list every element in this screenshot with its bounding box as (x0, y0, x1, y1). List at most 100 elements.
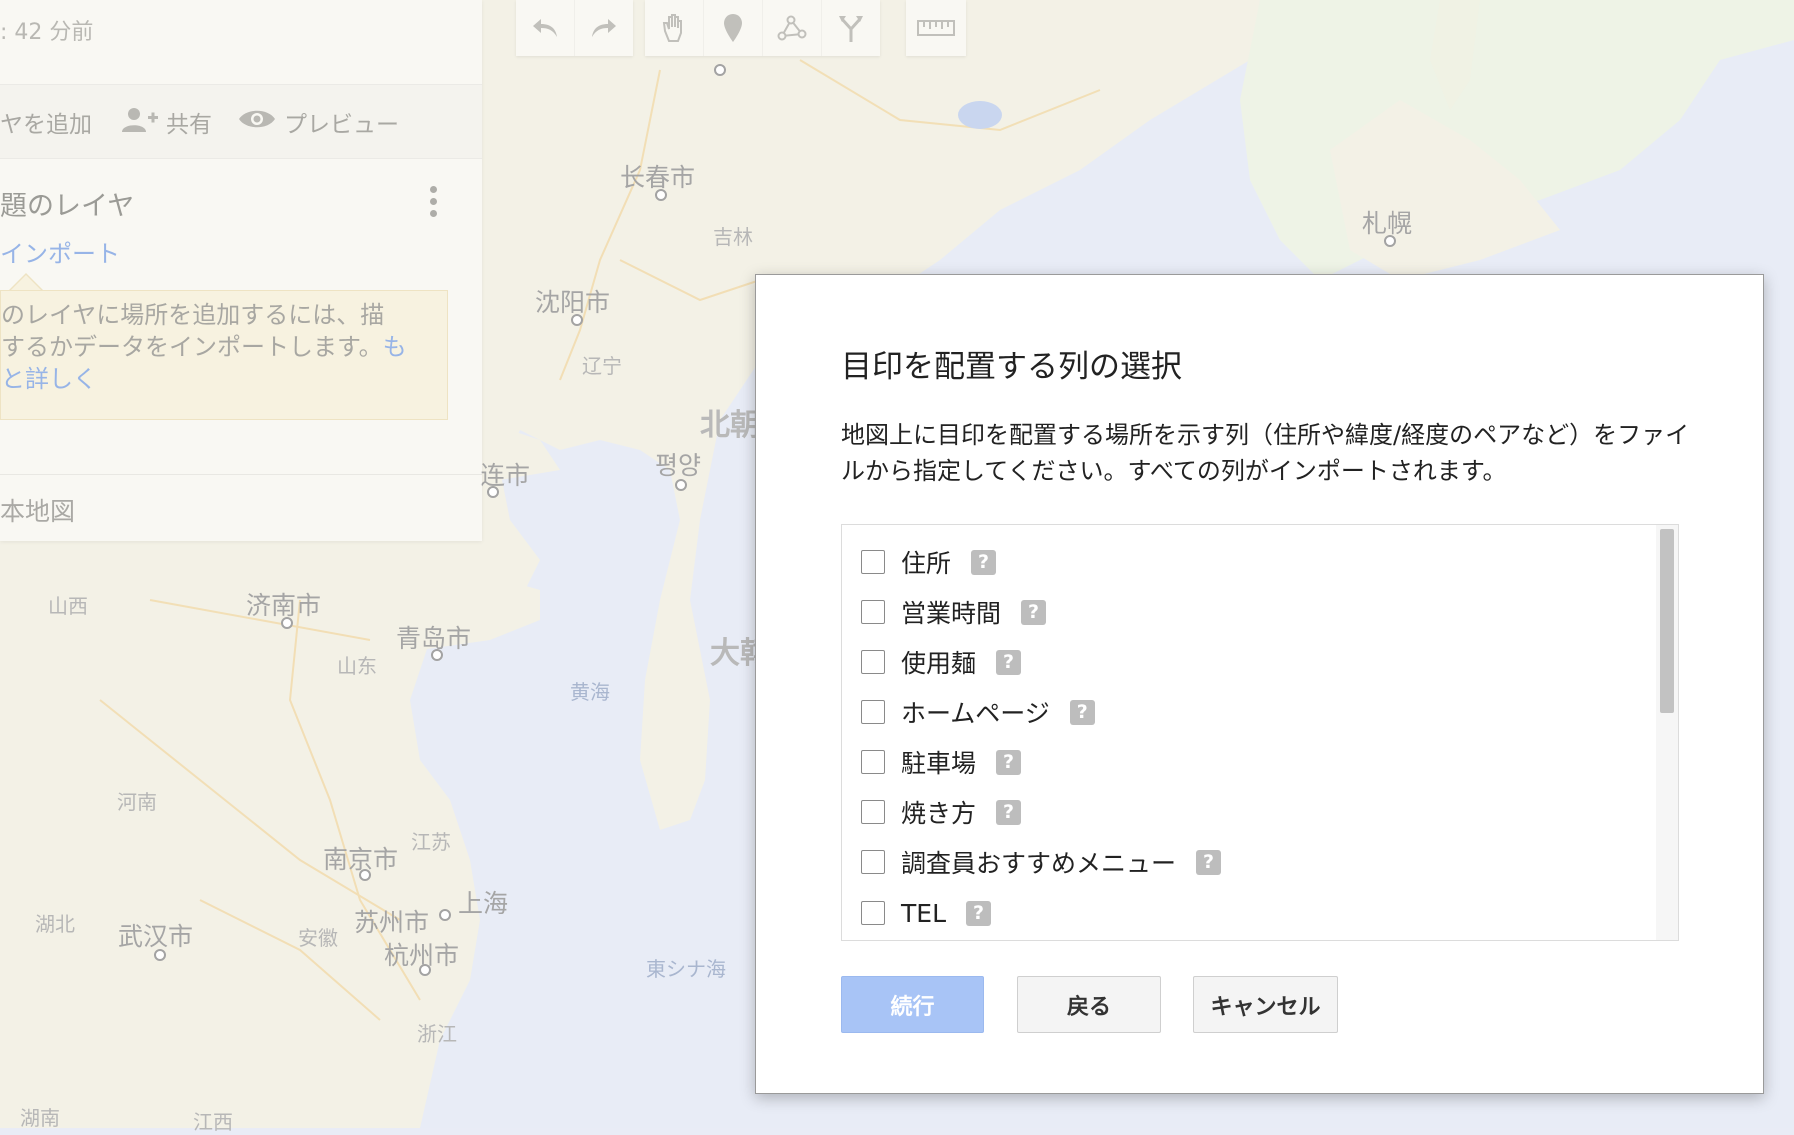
add-person-icon (120, 106, 158, 138)
back-button[interactable]: 戻る (1017, 976, 1161, 1033)
list-item[interactable]: 調査員おすすめメニュー ? (842, 842, 1222, 882)
help-icon[interactable]: ? (966, 900, 991, 926)
hand-icon[interactable] (645, 0, 704, 56)
map-label: 札幌 (1362, 209, 1413, 238)
hint-text: するかデータをインポートします。 (1, 333, 383, 361)
layer-title[interactable]: 題のレイヤ (0, 184, 134, 223)
map-label: 连市 (480, 461, 531, 490)
directions-icon[interactable] (822, 0, 880, 56)
scrollbar[interactable] (1656, 525, 1678, 940)
column-checkbox[interactable] (861, 850, 885, 874)
map-label: 济南市 (246, 591, 322, 620)
map-label: 武汉市 (118, 922, 194, 951)
help-icon[interactable]: ? (971, 549, 997, 575)
column-checkbox[interactable] (861, 700, 885, 724)
map-label: 安徽 (298, 926, 338, 950)
map-label: 苏州市 (354, 908, 430, 937)
help-icon[interactable]: ? (1069, 699, 1095, 725)
marker-icon[interactable] (704, 0, 763, 56)
continue-button[interactable]: 続行 (841, 976, 984, 1033)
map-label: 湖北 (35, 912, 75, 936)
map-label: 青岛市 (396, 624, 472, 653)
share-label: 共有 (166, 112, 212, 138)
column-checkbox[interactable] (861, 750, 885, 774)
preview-button[interactable]: プレビュー (238, 105, 399, 139)
import-link[interactable]: インポート (0, 234, 120, 269)
help-icon[interactable]: ? (996, 649, 1022, 675)
list-item[interactable]: TEL ? (842, 893, 991, 933)
map-label: 湖南 (20, 1106, 60, 1130)
list-item[interactable]: 住所 ? (842, 542, 997, 582)
measure-group (906, 0, 966, 56)
list-item[interactable]: 使用麺 ? (842, 642, 1022, 682)
more-options-icon[interactable] (428, 186, 438, 222)
list-item[interactable]: ホームページ ? (842, 692, 1095, 732)
hint-line-1: のレイヤに場所を追加するには、描 (1, 301, 385, 329)
column-label: TEL (901, 898, 946, 928)
column-label: 営業時間 (901, 599, 1002, 628)
hint-box: のレイヤに場所を追加するには、描 するかデータをインポートします。も と詳しく (0, 290, 448, 420)
list-item[interactable]: 駐車場 ? (842, 742, 1022, 782)
map-label: 浙江 (417, 1022, 457, 1046)
column-checkbox[interactable] (861, 800, 885, 824)
map-label: 江西 (193, 1110, 233, 1134)
column-checkbox[interactable] (861, 901, 885, 925)
cancel-button[interactable]: キャンセル (1193, 976, 1338, 1033)
map-label: 河南 (117, 790, 157, 814)
map-label: 평양 (655, 451, 702, 480)
column-label: 住所 (901, 549, 952, 578)
map-label: 黄海 (570, 680, 610, 704)
divider (0, 474, 482, 475)
map-label: 南京市 (323, 845, 399, 874)
map-label: 北朝 (700, 408, 760, 443)
help-icon[interactable]: ? (996, 749, 1022, 775)
column-label: 駐車場 (901, 749, 977, 778)
tools-group (645, 0, 880, 56)
help-icon[interactable]: ? (1196, 849, 1222, 875)
eye-icon (238, 106, 276, 138)
map-label: 辽宁 (582, 354, 622, 378)
map-label: 江苏 (411, 830, 451, 854)
basemap-label[interactable]: 本地図 (0, 492, 75, 528)
hint-line-2: するかデータをインポートします。も (1, 331, 447, 363)
map-label: 杭州市 (384, 941, 460, 970)
preview-label: プレビュー (284, 112, 399, 138)
add-layer-button[interactable]: ヤを追加 (0, 105, 92, 139)
column-label: 焼き方 (901, 799, 977, 828)
ruler-icon[interactable] (906, 0, 966, 56)
map-label: 吉林 (713, 225, 753, 249)
column-label: 調査員おすすめメニュー (901, 849, 1177, 878)
select-columns-dialog: 目印を配置する列の選択 地図上に目印を配置する場所を示す列（住所や緯度/経度のペ… (755, 274, 1764, 1094)
layer-panel: : 42 分前 ヤを追加 共有 プレビュー 題のレイヤ インポート のレイヤに場… (0, 0, 482, 541)
undo-icon[interactable] (516, 0, 575, 56)
help-icon[interactable]: ? (1021, 599, 1047, 625)
learn-more-link-a[interactable]: も (383, 333, 407, 361)
list-item[interactable]: 焼き方 ? (842, 792, 1022, 832)
column-checkbox[interactable] (861, 650, 885, 674)
map-label: 山西 (48, 594, 88, 618)
column-label: 使用麺 (901, 649, 977, 678)
draw-line-icon[interactable] (763, 0, 822, 56)
dialog-title: 目印を配置する列の選択 (841, 349, 1182, 385)
scrollbar-thumb[interactable] (1660, 529, 1674, 713)
hint-arrow (8, 273, 44, 291)
add-layer-label: ヤを追加 (0, 112, 92, 138)
history-group (516, 0, 633, 56)
column-label: ホームページ (901, 699, 1050, 728)
column-list[interactable]: 住所 ? 営業時間 ? 使用麺 ? ホームページ ? 駐車場 ? 焼き方 ? 調… (841, 524, 1679, 941)
map-label: 上海 (458, 889, 509, 918)
column-checkbox[interactable] (861, 550, 885, 574)
column-checkbox[interactable] (861, 600, 885, 624)
last-saved-text: : 42 分前 (0, 20, 94, 45)
dialog-description: 地図上に目印を配置する場所を示す列（住所や緯度/経度のペアなど）をファイルから指… (841, 421, 1690, 485)
panel-actions: ヤを追加 共有 プレビュー (0, 84, 482, 159)
map-label: 山东 (337, 654, 377, 678)
map-label: 東シナ海 (646, 957, 726, 981)
list-item[interactable]: 営業時間 ? (842, 592, 1047, 632)
learn-more-link-b[interactable]: と詳しく (1, 363, 447, 395)
map-label: 长春市 (620, 163, 696, 192)
share-button[interactable]: 共有 (120, 105, 212, 139)
map-label: 沈阳市 (535, 288, 611, 317)
redo-icon[interactable] (575, 0, 633, 56)
help-icon[interactable]: ? (996, 799, 1022, 825)
